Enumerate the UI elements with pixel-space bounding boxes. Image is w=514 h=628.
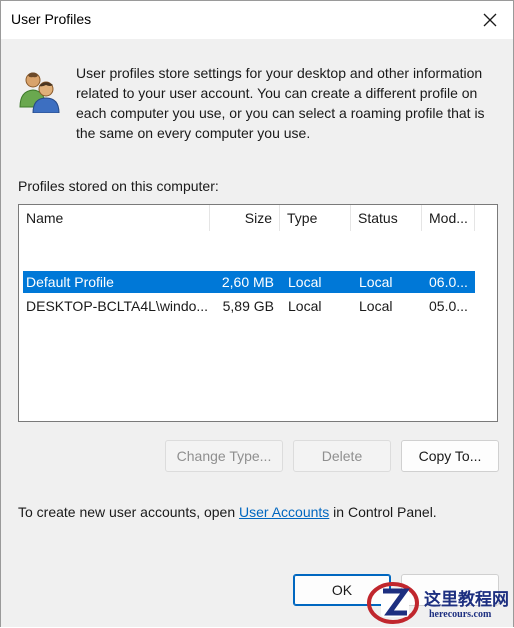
watermark-text-en: herecours.com — [429, 609, 492, 620]
user-profiles-dialog: User Profiles User profiles store settin… — [0, 0, 514, 627]
change-type-button[interactable]: Change Type... — [165, 440, 283, 472]
dialog-body: User profiles store settings for your de… — [1, 39, 513, 627]
column-header-modified[interactable]: Mod... — [422, 205, 475, 231]
list-header: Name Size Type Status Mod... — [19, 205, 475, 231]
profile-row-default[interactable]: Default Profile 2,60 MB Local Local 06.0… — [23, 271, 475, 293]
window-title: User Profiles — [11, 11, 92, 27]
users-icon — [19, 72, 60, 113]
watermark-logo: 这里教程网 herecours.com — [361, 573, 514, 628]
title-bar[interactable]: User Profiles — [1, 1, 513, 39]
footer-prefix: To create new user accounts, open — [18, 504, 240, 520]
intro-text: User profiles store settings for your de… — [76, 65, 485, 141]
profile-type: Local — [288, 298, 322, 314]
close-button[interactable] — [467, 1, 513, 39]
profile-size: 2,60 MB — [221, 274, 274, 290]
column-header-type[interactable]: Type — [280, 205, 351, 231]
watermark-logo-icon — [367, 582, 419, 624]
profile-modified: 05.0... — [429, 298, 468, 314]
column-header-size[interactable]: Size — [210, 205, 280, 231]
footer-suffix: in Control Panel. — [329, 504, 437, 520]
copy-to-button[interactable]: Copy To... — [401, 440, 499, 472]
profile-type: Local — [288, 274, 322, 290]
profiles-list[interactable]: Name Size Type Status Mod... Default Pro… — [18, 204, 498, 422]
footer-text: To create new user accounts, open User A… — [18, 504, 437, 520]
close-icon — [483, 13, 497, 27]
profiles-list-label: Profiles stored on this computer: — [18, 178, 219, 194]
column-header-name[interactable]: Name — [19, 205, 210, 231]
profile-status: Local — [359, 298, 393, 314]
watermark-text-cn: 这里教程网 — [424, 590, 509, 610]
user-accounts-link[interactable]: User Accounts — [239, 504, 329, 520]
profile-name: DESKTOP-BCLTA4L\windo... — [26, 298, 207, 314]
profile-status: Local — [359, 274, 393, 290]
profile-name: Default Profile — [26, 274, 114, 290]
delete-button[interactable]: Delete — [293, 440, 391, 472]
profile-size: 5,89 GB — [222, 298, 274, 314]
profile-modified: 06.0... — [429, 274, 468, 290]
profile-row-desktop[interactable]: DESKTOP-BCLTA4L\windo... 5,89 GB Local L… — [23, 295, 475, 317]
column-header-status[interactable]: Status — [351, 205, 422, 231]
